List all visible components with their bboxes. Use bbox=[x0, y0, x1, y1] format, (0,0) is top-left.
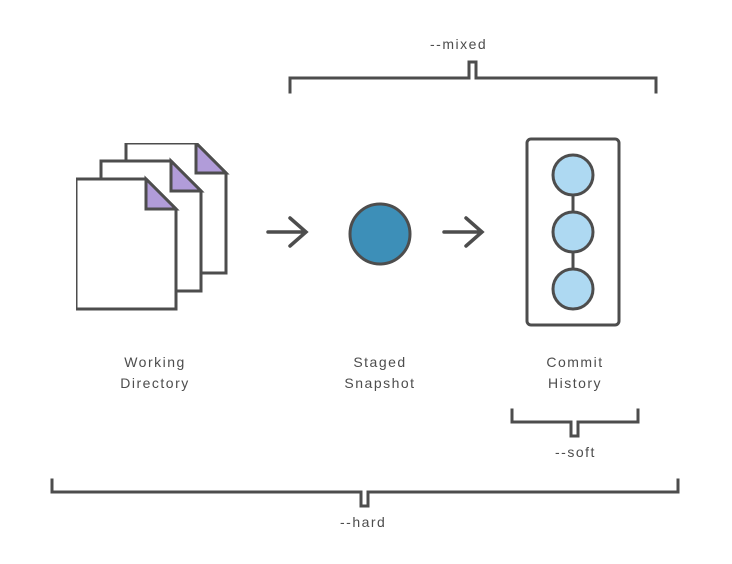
flag-hard-label: --hard bbox=[340, 514, 386, 530]
bracket-soft bbox=[510, 408, 640, 438]
git-reset-scope-diagram: --mixed Work bbox=[0, 0, 732, 564]
bracket-mixed bbox=[288, 60, 658, 94]
commit-history-label: Commit History bbox=[500, 352, 650, 394]
arrow-staged-to-commit bbox=[440, 213, 490, 251]
working-directory-icon bbox=[76, 143, 236, 313]
working-directory-label: Working Directory bbox=[70, 352, 240, 394]
staged-snapshot-icon bbox=[345, 199, 415, 269]
arrow-working-to-staged bbox=[264, 213, 314, 251]
bracket-hard bbox=[50, 478, 680, 508]
flag-soft-label: --soft bbox=[555, 444, 596, 460]
flag-mixed-label: --mixed bbox=[430, 36, 487, 52]
staged-snapshot-label: Staged Snapshot bbox=[305, 352, 455, 394]
commit-history-icon bbox=[525, 137, 621, 327]
